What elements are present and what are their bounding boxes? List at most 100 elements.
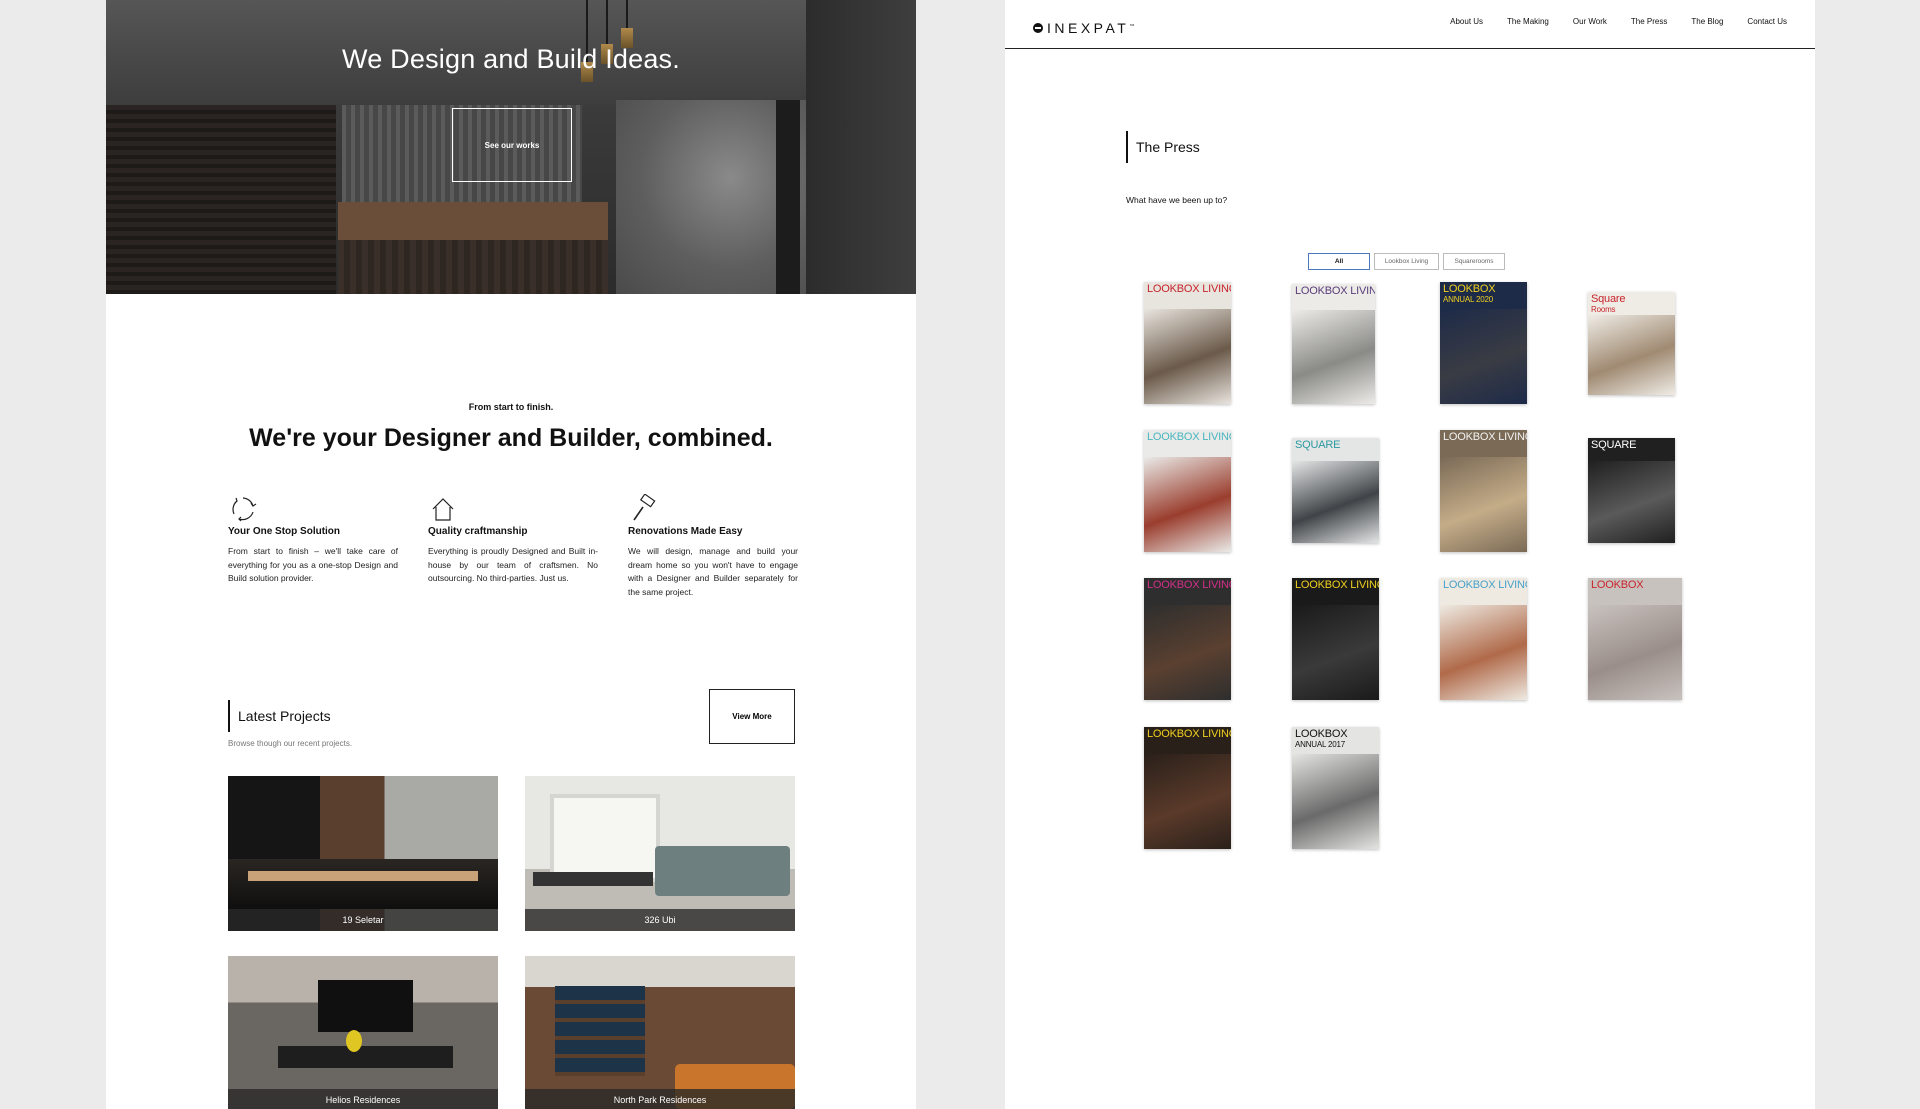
logo-text: INEXPAT™: [1047, 20, 1135, 36]
cover-photo: [1144, 754, 1231, 849]
feature-one-stop: Your One Stop Solution From start to fin…: [228, 494, 398, 586]
magazine-cover[interactable]: LOOKBOX ANNUAL 2017: [1292, 727, 1379, 849]
cover-masthead: LOOKBOX LIVING: [1147, 431, 1231, 443]
pendant-light: [601, 0, 613, 64]
feature-title: Your One Stop Solution: [228, 526, 341, 537]
latest-projects-heading: Latest Projects: [228, 700, 331, 732]
project-image: [555, 986, 645, 1076]
feature-text: Everything is proudly Designed and Built…: [428, 546, 598, 583]
cover-photo: [1440, 309, 1527, 404]
hero-banner: We Design and Build Ideas. See our works: [106, 0, 916, 294]
filter-lookbox-living[interactable]: Lookbox Living: [1374, 253, 1439, 270]
cover-masthead: LOOKBOX LIVING: [1295, 285, 1375, 297]
homepage-preview: We Design and Build Ideas. See our works…: [106, 0, 916, 1109]
cover-masthead: LOOKBOX LIVING: [1443, 579, 1527, 591]
paint-roller-icon: [633, 494, 656, 521]
cover-masthead: LOOKBOX LIVING: [1443, 431, 1527, 443]
cover-photo: [1292, 605, 1379, 700]
cover-photo: [1292, 754, 1379, 849]
feature-title: Renovations Made Easy: [628, 526, 743, 537]
project-image: [278, 1046, 453, 1068]
nav-links: About Us The Making Our Work The Press T…: [1450, 17, 1787, 26]
project-card[interactable]: Helios Residences: [228, 956, 498, 1109]
cover-photo: [1144, 309, 1231, 404]
cover-masthead: SQUARE: [1295, 439, 1341, 451]
feature-quality: Quality craftmanship Everything is proud…: [428, 494, 598, 586]
press-title: The Press: [1136, 139, 1200, 155]
magazine-cover[interactable]: LOOKBOX ANNUAL 2020: [1440, 282, 1527, 404]
project-image: [655, 846, 790, 896]
top-navbar: INEXPAT™ About Us The Making Our Work Th…: [1005, 0, 1815, 49]
cover-photo: [1588, 315, 1675, 395]
cover-photo: [1292, 461, 1379, 543]
nav-the-blog[interactable]: The Blog: [1691, 17, 1723, 26]
cover-photo: [1292, 310, 1375, 404]
project-card[interactable]: 19 Seletar: [228, 776, 498, 931]
view-more-button[interactable]: View More: [709, 689, 795, 744]
house-icon: [432, 498, 454, 521]
cover-masthead: LOOKBOX LIVING: [1147, 579, 1231, 591]
magazine-cover[interactable]: Square Rooms: [1588, 292, 1675, 395]
cover-masthead: LOOKBOX LIVING: [1295, 579, 1379, 591]
magazine-cover[interactable]: LOOKBOX LIVING: [1144, 282, 1231, 404]
cover-photo: [1588, 461, 1675, 543]
project-image: [228, 859, 498, 909]
press-heading: The Press: [1126, 131, 1200, 163]
cover-photo: [1588, 605, 1682, 700]
project-image: [318, 980, 413, 1032]
nav-the-press[interactable]: The Press: [1631, 17, 1667, 26]
hero-door-frame: [776, 100, 800, 294]
magazine-cover[interactable]: LOOKBOX LIVING: [1292, 578, 1379, 700]
project-card[interactable]: 326 Ubi: [525, 776, 795, 931]
project-image: [346, 1030, 362, 1052]
filter-all[interactable]: All: [1308, 253, 1370, 270]
nav-contact-us[interactable]: Contact Us: [1747, 17, 1787, 26]
see-our-works-button[interactable]: See our works: [452, 108, 572, 182]
project-card[interactable]: North Park Residences: [525, 956, 795, 1109]
cover-subtitle: ANNUAL 2017: [1295, 740, 1345, 749]
feature-renovations: Renovations Made Easy We will design, ma…: [628, 494, 798, 599]
magazine-cover[interactable]: LOOKBOX LIVING: [1292, 284, 1375, 404]
project-image: [248, 871, 478, 881]
nav-our-work[interactable]: Our Work: [1573, 17, 1607, 26]
nav-about-us[interactable]: About Us: [1450, 17, 1483, 26]
press-page-preview: INEXPAT™ About Us The Making Our Work Th…: [1005, 0, 1815, 1109]
feature-text: We will design, manage and build your dr…: [628, 546, 798, 597]
project-name: Helios Residences: [228, 1089, 498, 1109]
magazine-cover[interactable]: LOOKBOX LIVING: [1144, 430, 1231, 552]
pendant-light: [621, 0, 633, 48]
latest-projects-subtitle: Browse though our recent projects.: [228, 739, 353, 748]
cover-photo: [1440, 605, 1527, 700]
magazine-cover[interactable]: LOOKBOX LIVING: [1440, 578, 1527, 700]
logo-mark-icon: [1033, 23, 1043, 33]
project-name: North Park Residences: [525, 1089, 795, 1109]
intro-heading: We're your Designer and Builder, combine…: [249, 424, 773, 452]
cover-masthead: LOOKBOX: [1295, 728, 1348, 740]
site-logo[interactable]: INEXPAT™: [1033, 20, 1134, 36]
magazine-cover[interactable]: LOOKBOX LIVING: [1440, 430, 1527, 552]
cover-photo: [1440, 457, 1527, 552]
hero-counter: [338, 202, 608, 240]
intro-eyebrow: From start to finish.: [468, 402, 554, 412]
cover-masthead: Square: [1591, 293, 1626, 305]
project-image: [550, 794, 660, 882]
filter-squarerooms[interactable]: Squarerooms: [1443, 253, 1505, 270]
magazine-cover[interactable]: LOOKBOX LIVING: [1144, 727, 1231, 849]
magazine-cover[interactable]: LOOKBOX LIVING: [1144, 578, 1231, 700]
hero-title: We Design and Build Ideas.: [342, 44, 680, 74]
latest-projects-title: Latest Projects: [238, 708, 331, 724]
magazine-cover[interactable]: LOOKBOX: [1588, 578, 1682, 700]
features-row: Your One Stop Solution From start to fin…: [228, 494, 798, 614]
cover-subtitle: Rooms: [1591, 305, 1616, 314]
hero-counter-base: [338, 240, 608, 294]
cover-masthead: LOOKBOX: [1443, 283, 1496, 295]
nav-the-making[interactable]: The Making: [1507, 17, 1549, 26]
magazine-cover[interactable]: SQUARE: [1292, 438, 1379, 543]
feature-text: From start to finish – we'll take care o…: [228, 546, 398, 583]
hero-wall: [106, 105, 336, 294]
magazine-cover[interactable]: SQUARE: [1588, 438, 1675, 543]
recycle-icon: [232, 497, 257, 522]
project-name: 19 Seletar: [228, 909, 498, 931]
feature-title: Quality craftmanship: [428, 526, 528, 537]
cover-masthead: SQUARE: [1591, 439, 1637, 451]
